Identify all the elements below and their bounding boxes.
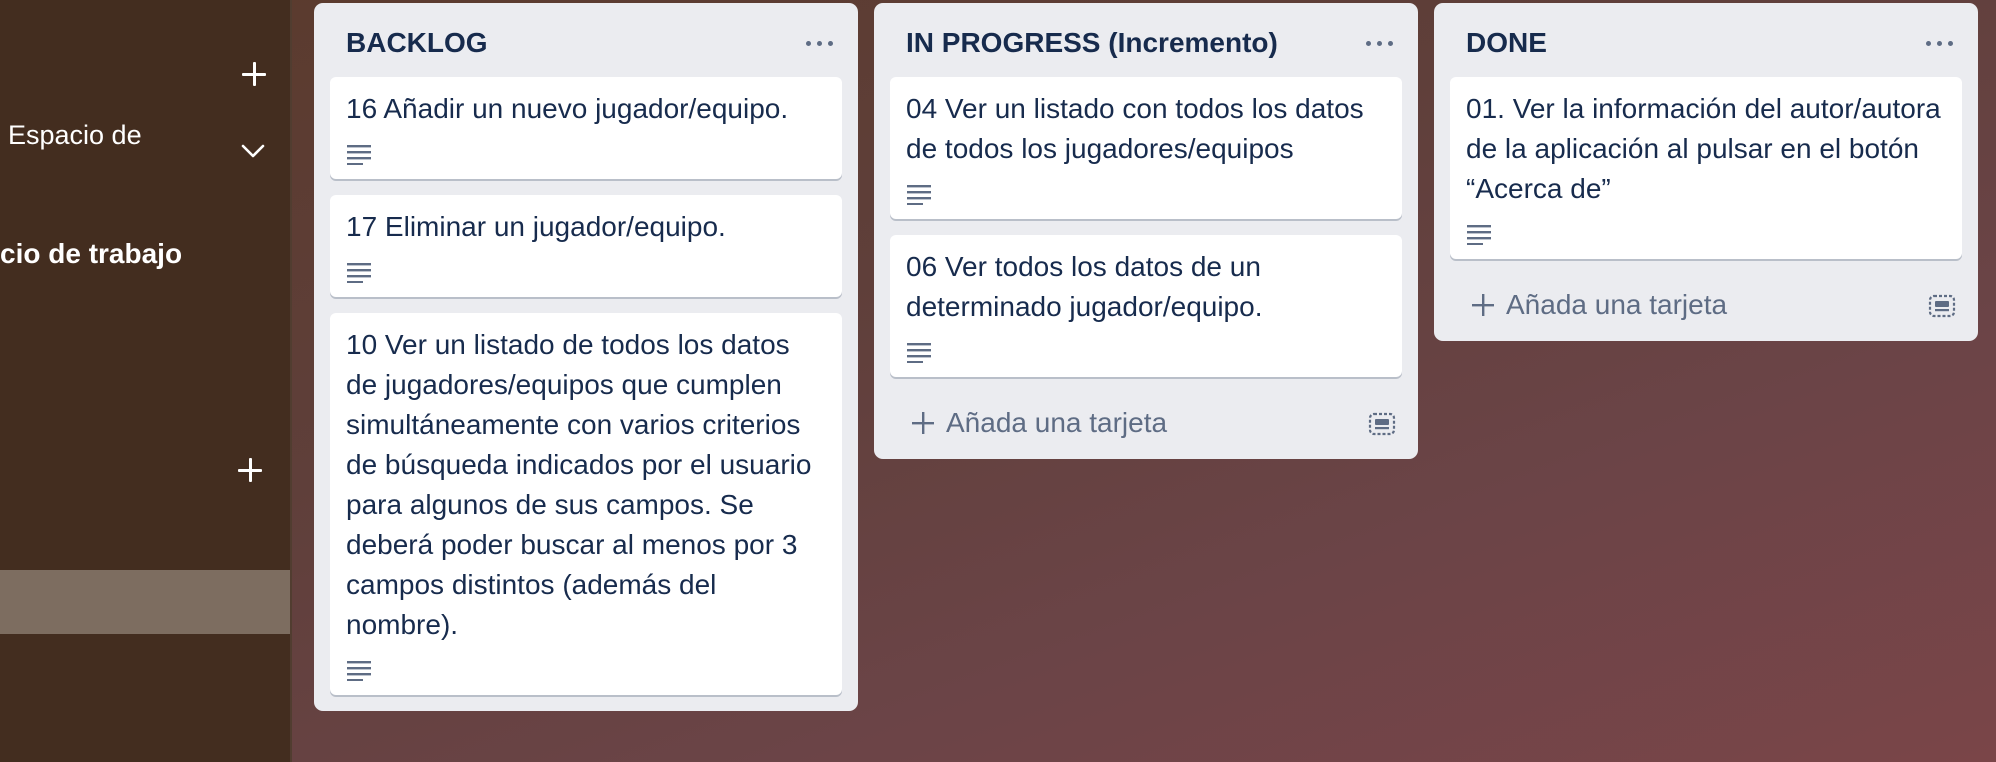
more-horizontal-icon[interactable] <box>1920 25 1960 59</box>
list-header: DONE <box>1434 3 1978 77</box>
card[interactable]: 06 Ver todos los datos de un determinado… <box>890 235 1402 377</box>
card-template-icon[interactable] <box>1928 293 1956 319</box>
card-title: 01. Ver la información del autor/autora … <box>1466 93 1941 204</box>
card[interactable]: 01. Ver la información del autor/autora … <box>1450 77 1962 259</box>
card-title: 16 Añadir un nuevo jugador/equipo. <box>346 93 789 124</box>
card-title: 17 Eliminar un jugador/equipo. <box>346 211 726 242</box>
list-title[interactable]: DONE <box>1466 27 1547 59</box>
add-card-row: Añada una tarjeta <box>874 393 1418 451</box>
card[interactable]: 17 Eliminar un jugador/equipo. <box>330 195 842 297</box>
add-card-button[interactable]: Añada una tarjeta <box>910 403 1167 443</box>
add-board-plus-icon[interactable] <box>239 59 269 89</box>
sidebar: Espacio de cio de trabajo <box>0 0 292 762</box>
workspace-settings-label[interactable]: cio de trabajo <box>0 238 182 270</box>
card-title: 04 Ver un listado con todos los datos de… <box>906 93 1364 164</box>
add-card-label: Añada una tarjeta <box>1506 289 1728 320</box>
card-title: 06 Ver todos los datos de un determinado… <box>906 251 1263 322</box>
description-lines-icon <box>347 263 371 283</box>
card[interactable]: 04 Ver un listado con todos los datos de… <box>890 77 1402 219</box>
list-backlog: BACKLOG 16 Añadir un nuevo jugador/equip… <box>314 3 858 711</box>
card-title: 10 Ver un listado de todos los datos de … <box>346 329 812 640</box>
description-lines-icon <box>347 661 371 681</box>
add-item-plus-icon[interactable] <box>235 455 265 485</box>
list-header: IN PROGRESS (Incremento) <box>874 3 1418 77</box>
add-card-label: Añada una tarjeta <box>946 407 1168 438</box>
list-title[interactable]: BACKLOG <box>346 27 488 59</box>
description-lines-icon <box>347 145 371 165</box>
card-template-icon[interactable] <box>1368 411 1396 437</box>
list-header: BACKLOG <box>314 3 858 77</box>
workspace-name[interactable]: Espacio de <box>8 120 142 151</box>
chevron-down-icon[interactable] <box>240 142 266 160</box>
add-card-row: Añada una tarjeta <box>1434 275 1978 333</box>
sidebar-active-board-item[interactable] <box>0 570 290 634</box>
list-in-progress: IN PROGRESS (Incremento) 04 Ver un lista… <box>874 3 1418 459</box>
list-title[interactable]: IN PROGRESS (Incremento) <box>906 27 1278 59</box>
description-lines-icon <box>1467 225 1491 245</box>
card[interactable]: 10 Ver un listado de todos los datos de … <box>330 313 842 695</box>
more-horizontal-icon[interactable] <box>1360 25 1400 59</box>
plus-icon <box>1472 294 1494 316</box>
more-horizontal-icon[interactable] <box>800 25 840 59</box>
plus-icon <box>912 412 934 434</box>
card[interactable]: 16 Añadir un nuevo jugador/equipo. <box>330 77 842 179</box>
list-done: DONE 01. Ver la información del autor/au… <box>1434 3 1978 341</box>
description-lines-icon <box>907 185 931 205</box>
add-card-button[interactable]: Añada una tarjeta <box>1470 285 1727 325</box>
description-lines-icon <box>907 343 931 363</box>
